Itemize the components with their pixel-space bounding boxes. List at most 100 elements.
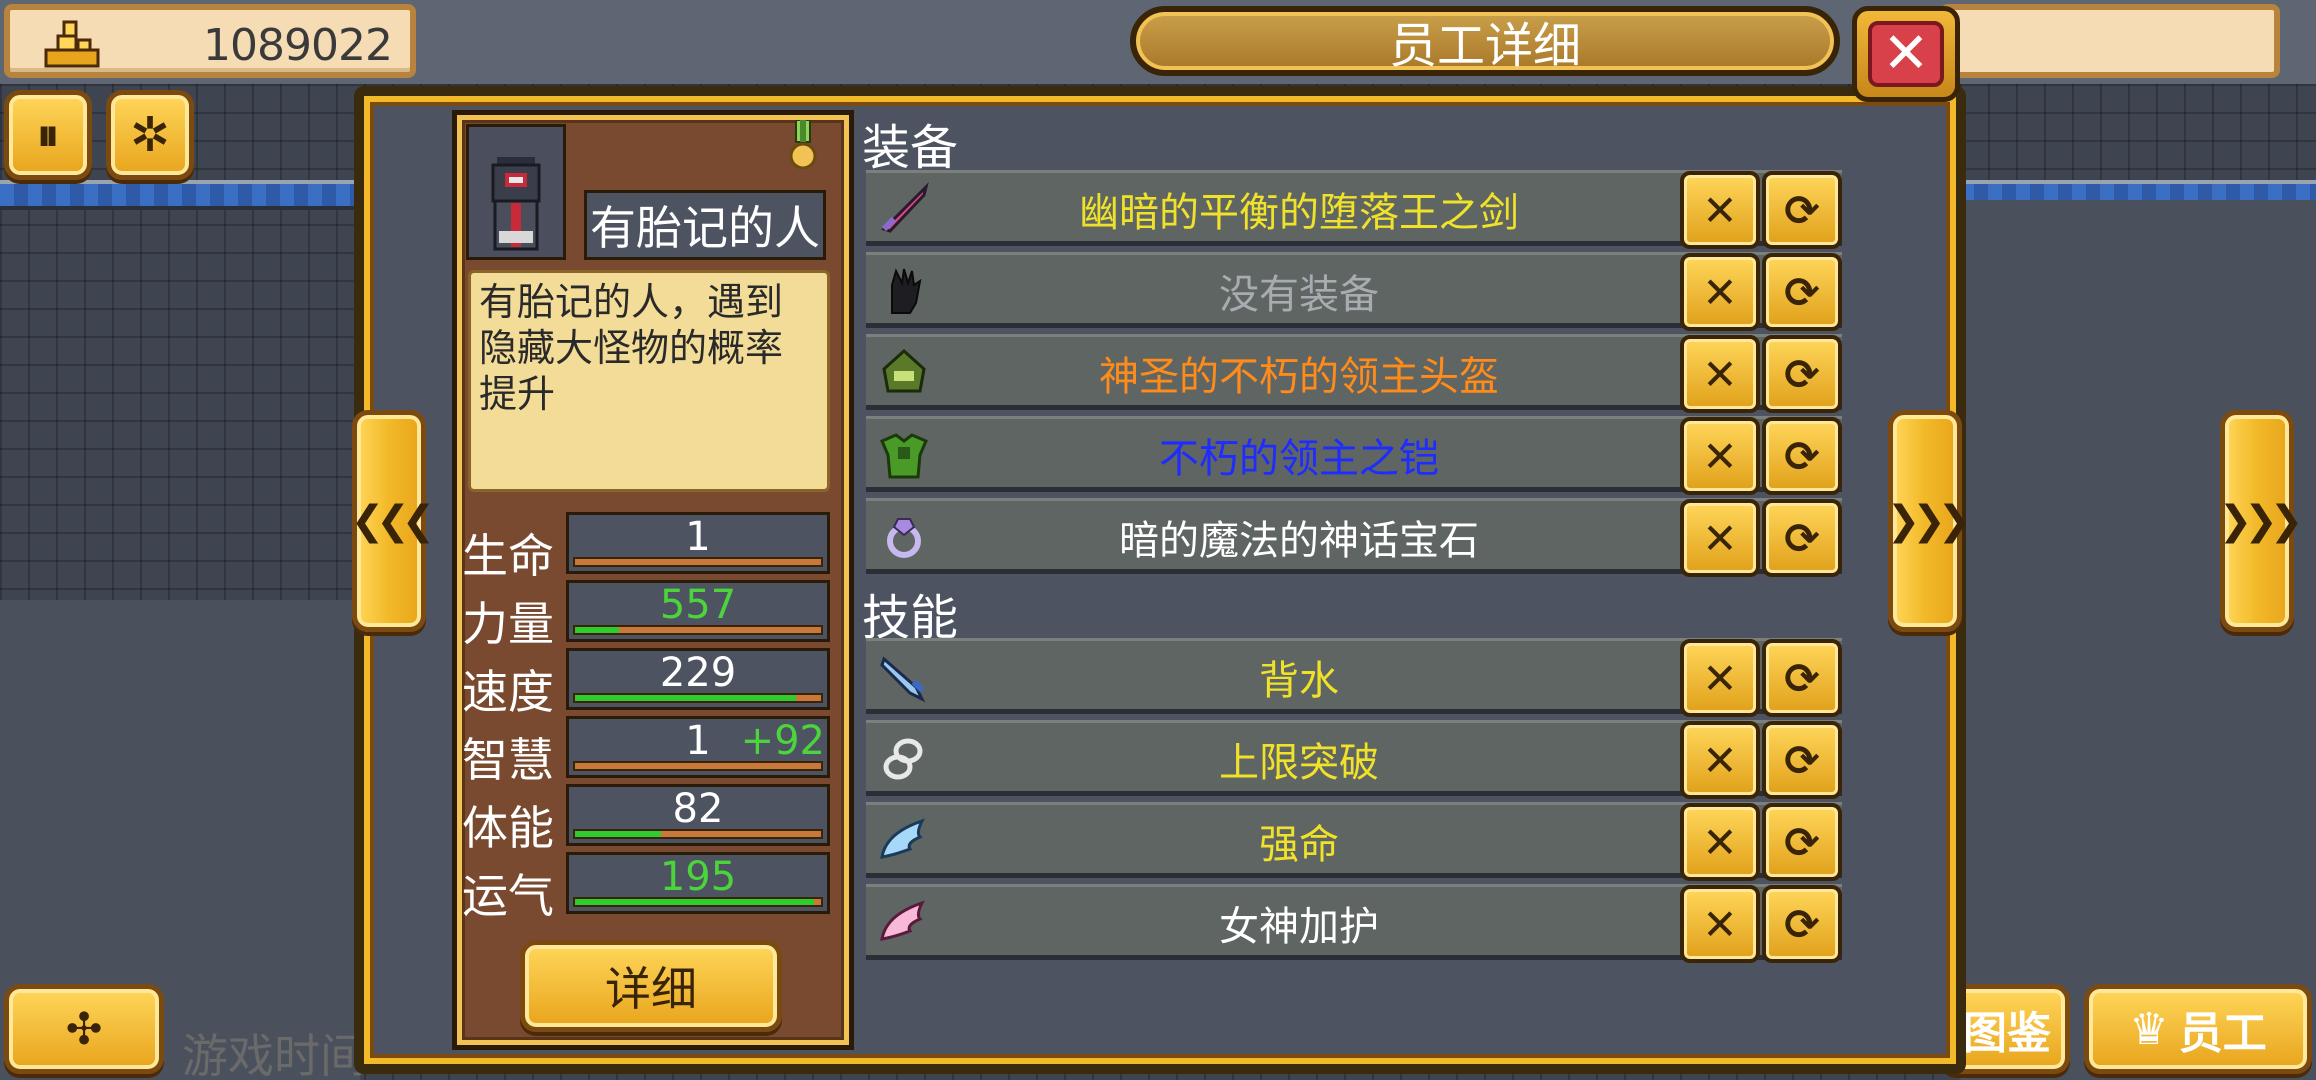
stat-bar <box>573 625 823 635</box>
swap-button[interactable]: ⟳ <box>1762 499 1842 577</box>
close-icon: ✕ <box>1702 267 1738 317</box>
remove-button[interactable]: ✕ <box>1680 335 1760 413</box>
dialog-title: 员工详细 <box>1130 6 1840 76</box>
money-value: 1089022 <box>203 20 393 71</box>
stat-value: 1 <box>685 514 711 560</box>
stat-bar <box>573 557 823 567</box>
swap-icon: ⟳ <box>1784 513 1820 563</box>
stat-bar-fill <box>575 627 620 633</box>
swap-button[interactable]: ⟳ <box>1762 721 1842 799</box>
stat-bar <box>573 761 823 771</box>
equipment-row[interactable]: 幽暗的平衡的堕落王之剑 ✕ ⟳ <box>866 170 1842 249</box>
gem-icon <box>874 507 934 567</box>
build-button[interactable]: ✣ <box>4 984 164 1074</box>
equipment-name: 不朽的领主之铠 <box>1159 436 1439 482</box>
swap-icon: ⟳ <box>1784 431 1820 481</box>
stat-bar-fill <box>575 695 797 701</box>
employee-description: 有胎记的人，遇到隐藏大怪物的概率提升 <box>468 270 830 492</box>
close-icon: ✕ <box>1702 653 1738 703</box>
stat-strength: 557 <box>566 580 830 642</box>
equipment-name: 暗的魔法的神话宝石 <box>1119 518 1479 564</box>
stat-bar <box>573 897 823 907</box>
skill-name: 背水 <box>1259 658 1339 704</box>
equipment-row[interactable]: 没有装备 ✕ ⟳ <box>866 252 1842 331</box>
equipment-name: 幽暗的平衡的堕落王之剑 <box>1079 190 1519 236</box>
stat-bar <box>573 829 823 839</box>
stat-bonus: +92 <box>740 718 825 764</box>
stat-bar-fill <box>575 899 814 905</box>
swap-button[interactable]: ⟳ <box>1762 253 1842 331</box>
chevron-left-icon: ❮❮❮ <box>350 498 435 544</box>
sword-icon <box>874 179 934 239</box>
codex-label: 图鉴 <box>1963 1008 2051 1059</box>
swap-button[interactable]: ⟳ <box>1762 417 1842 495</box>
close-icon: ✕ <box>1702 185 1738 235</box>
crown-icon: ♛ <box>2129 1003 2169 1055</box>
stat-value: 557 <box>659 582 737 628</box>
swap-button[interactable]: ⟳ <box>1762 335 1842 413</box>
close-icon: ✕ <box>1702 817 1738 867</box>
stat-label-speed: 速度 <box>462 665 554 719</box>
helmet-icon <box>874 343 934 403</box>
chevron-right-icon: ❯❯❯ <box>2218 498 2303 544</box>
gold-stack-icon <box>44 20 100 68</box>
equipment-row[interactable]: 不朽的领主之铠 ✕ ⟳ <box>866 416 1842 495</box>
remove-button[interactable]: ✕ <box>1680 721 1760 799</box>
swap-button[interactable]: ⟳ <box>1762 803 1842 881</box>
stat-bar-fill <box>575 831 662 837</box>
remove-button[interactable]: ✕ <box>1680 171 1760 249</box>
equipment-row[interactable]: 神圣的不朽的领主头盔 ✕ ⟳ <box>866 334 1842 413</box>
speed-button[interactable]: ✲ <box>106 90 194 180</box>
chain-icon <box>874 729 934 789</box>
stat-label-stamina: 体能 <box>462 801 554 855</box>
skill-row[interactable]: 强命 ✕ ⟳ <box>866 802 1842 881</box>
remove-button[interactable]: ✕ <box>1680 803 1760 881</box>
remove-button[interactable]: ✕ <box>1680 253 1760 331</box>
skill-row[interactable]: 背水 ✕ ⟳ <box>866 638 1842 717</box>
next-screen-button[interactable]: ❯❯❯ <box>2218 410 2303 632</box>
medal-icon <box>789 120 817 170</box>
next-employee-button[interactable]: ❯❯❯ <box>1886 410 1971 632</box>
skill-row[interactable]: 上限突破 ✕ ⟳ <box>866 720 1842 799</box>
stat-speed: 229 <box>566 648 830 710</box>
prev-employee-button[interactable]: ❮❮❮ <box>350 410 435 632</box>
swap-icon: ⟳ <box>1784 817 1820 867</box>
staff-label: 员工 <box>2178 1008 2267 1059</box>
swap-button[interactable]: ⟳ <box>1762 639 1842 717</box>
remove-button[interactable]: ✕ <box>1680 885 1760 963</box>
pause-button[interactable]: ⏸ <box>4 90 92 180</box>
stat-value: 82 <box>672 786 724 832</box>
swap-icon: ⟳ <box>1784 653 1820 703</box>
stat-hp: 1 <box>566 512 830 574</box>
stat-wisdom: 1 +92 <box>566 716 830 778</box>
close-icon: ✕ <box>1702 899 1738 949</box>
stat-label-strength: 力量 <box>462 597 554 651</box>
skill-row[interactable]: 女神加护 ✕ ⟳ <box>866 884 1842 963</box>
remove-button[interactable]: ✕ <box>1680 639 1760 717</box>
remove-button[interactable]: ✕ <box>1680 417 1760 495</box>
stat-value: 229 <box>659 650 737 696</box>
equipment-name: 没有装备 <box>1219 272 1379 318</box>
dagger-icon <box>874 647 934 707</box>
remove-button[interactable]: ✕ <box>1680 499 1760 577</box>
game-time-label: 游戏时间 <box>182 1029 366 1080</box>
pink-wing-icon <box>874 893 934 953</box>
close-icon: ✕ <box>1702 513 1738 563</box>
top-right-bar <box>1940 4 2280 78</box>
swap-button[interactable]: ⟳ <box>1762 171 1842 249</box>
armor-icon <box>874 425 934 485</box>
equipment-name: 神圣的不朽的领主头盔 <box>1099 354 1499 400</box>
swap-button[interactable]: ⟳ <box>1762 885 1842 963</box>
skill-name: 女神加护 <box>1219 904 1379 950</box>
equipment-row[interactable]: 暗的魔法的神话宝石 ✕ ⟳ <box>866 498 1842 577</box>
close-button[interactable]: ✕ <box>1852 6 1960 102</box>
detail-button[interactable]: 详细 <box>520 940 782 1032</box>
speed-icon: ✲ <box>129 107 171 163</box>
pause-icon: ⏸ <box>37 109 59 161</box>
stat-label-wisdom: 智慧 <box>462 733 554 787</box>
skill-name: 上限突破 <box>1219 740 1379 786</box>
glove-icon <box>874 261 934 321</box>
staff-button[interactable]: ♛ 员工 <box>2084 984 2312 1074</box>
swap-icon: ⟳ <box>1784 735 1820 785</box>
chevron-right-icon: ❯❯❯ <box>1886 498 1971 544</box>
